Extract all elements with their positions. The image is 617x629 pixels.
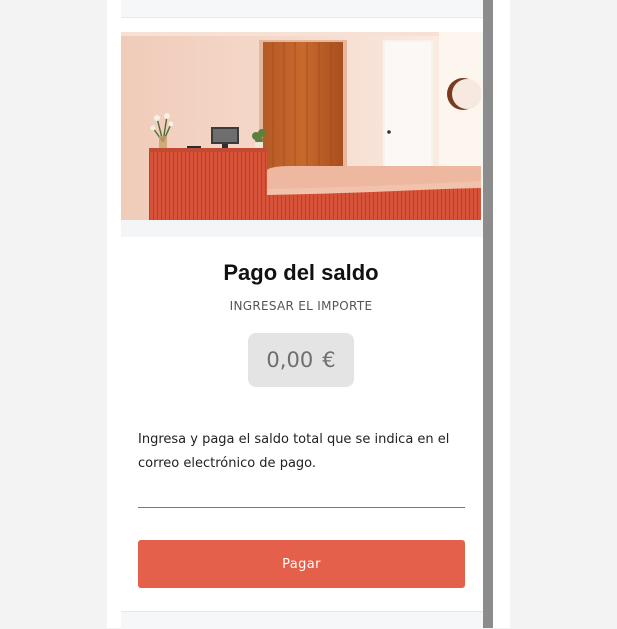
hero-image bbox=[121, 32, 481, 220]
bottom-section-edge bbox=[121, 611, 483, 629]
payment-instructions: Ingresa y paga el saldo total que se ind… bbox=[138, 432, 450, 471]
divider bbox=[138, 507, 465, 508]
amount-value: 0,00 bbox=[266, 348, 314, 372]
top-section-edge bbox=[121, 0, 483, 18]
currency-symbol: € bbox=[322, 348, 336, 372]
scrollbar[interactable] bbox=[483, 0, 493, 628]
hero-image-container bbox=[121, 32, 483, 237]
amount-input[interactable]: 0,00 € bbox=[248, 333, 354, 387]
amount-label: INGRESAR EL IMPORTE bbox=[229, 299, 373, 313]
page-title: Pago del saldo bbox=[223, 260, 379, 285]
pay-button[interactable]: Pagar bbox=[138, 540, 465, 588]
